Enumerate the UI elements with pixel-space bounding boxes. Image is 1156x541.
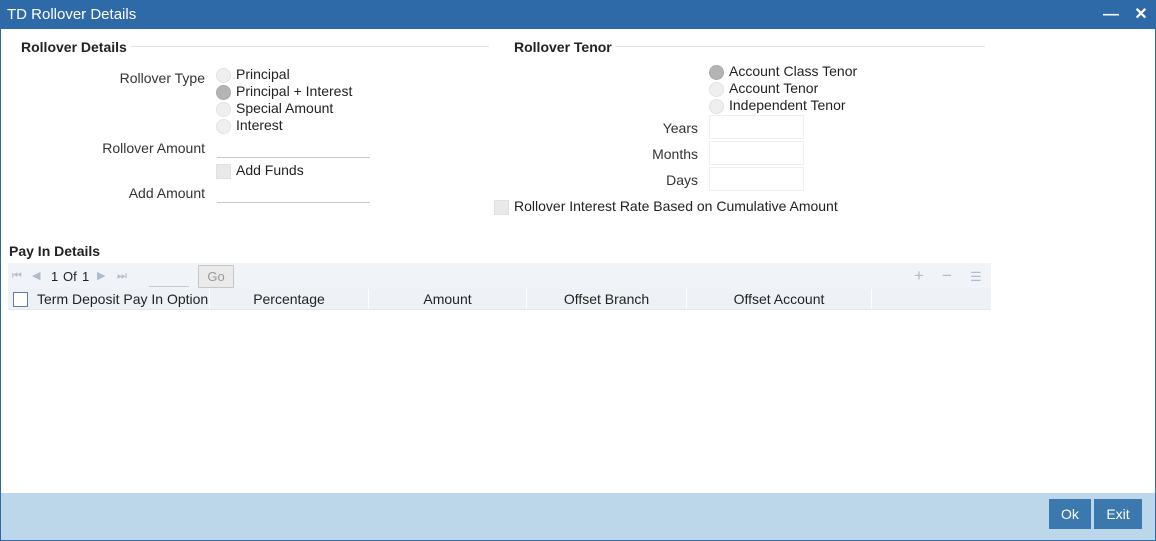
radio-account-class-tenor[interactable] — [709, 65, 724, 80]
radio-special-amount-label: Special Amount — [236, 100, 334, 116]
first-page-icon[interactable]: ⏮ — [12, 270, 22, 283]
radio-principal-interest[interactable] — [216, 85, 231, 100]
minimize-icon[interactable]: — — [1101, 5, 1121, 25]
radio-independent-tenor-label: Independent Tenor — [729, 97, 846, 113]
add-amount-label: Add Amount — [128, 185, 205, 201]
add-amount-input[interactable] — [217, 182, 370, 203]
divider — [615, 46, 985, 47]
column-header-amount[interactable]: Amount — [369, 289, 526, 309]
next-page-icon[interactable]: ▶ — [97, 270, 105, 283]
radio-special-amount[interactable] — [216, 102, 231, 117]
radio-principal-label: Principal — [236, 66, 290, 82]
add-funds-checkbox[interactable] — [216, 164, 231, 179]
radio-account-class-tenor-label: Account Class Tenor — [729, 63, 858, 79]
years-label: Years — [662, 120, 698, 136]
rollover-amount-input[interactable] — [217, 137, 370, 158]
pager-total: 1 — [82, 269, 90, 284]
delete-row-icon[interactable]: − — [942, 267, 952, 284]
close-icon[interactable]: ✕ — [1131, 5, 1151, 25]
footer-bar — [1, 493, 1155, 540]
grid-header: Term Deposit Pay In Option Percentage Am… — [8, 289, 991, 310]
days-label: Days — [666, 172, 698, 188]
months-label: Months — [652, 146, 698, 162]
last-page-icon[interactable]: ⏭ — [117, 270, 127, 283]
add-funds-label: Add Funds — [236, 162, 304, 178]
pay-in-details-title: Pay In Details — [9, 243, 101, 259]
column-header-pay-in-option[interactable]: Term Deposit Pay In Option — [33, 289, 212, 309]
radio-account-tenor-label: Account Tenor — [729, 80, 819, 96]
ok-button[interactable]: Ok — [1049, 499, 1091, 529]
select-all-checkbox[interactable] — [13, 292, 28, 307]
page-number-input[interactable] — [149, 265, 189, 287]
days-input[interactable] — [709, 167, 804, 191]
radio-interest[interactable] — [216, 119, 231, 134]
column-header-offset-branch[interactable]: Offset Branch — [527, 289, 686, 309]
radio-principal[interactable] — [216, 68, 231, 83]
exit-button[interactable]: Exit — [1094, 499, 1142, 529]
radio-account-tenor[interactable] — [709, 82, 724, 97]
go-button[interactable]: Go — [198, 265, 234, 288]
years-input[interactable] — [709, 115, 804, 139]
pager-of: Of — [63, 269, 77, 284]
add-row-icon[interactable]: + — [914, 267, 924, 284]
td-rollover-details-window: TD Rollover Details — ✕ Rollover Details… — [0, 0, 1156, 541]
cumulative-rate-checkbox[interactable] — [494, 200, 509, 215]
radio-independent-tenor[interactable] — [709, 99, 724, 114]
months-input[interactable] — [709, 141, 804, 165]
divider — [131, 46, 489, 47]
radio-principal-interest-label: Principal + Interest — [236, 83, 353, 99]
view-columns-icon[interactable]: ☰ — [970, 270, 982, 283]
cumulative-rate-label: Rollover Interest Rate Based on Cumulati… — [514, 198, 838, 214]
column-header-percentage[interactable]: Percentage — [210, 289, 368, 309]
radio-interest-label: Interest — [236, 117, 283, 133]
previous-page-icon[interactable]: ◀ — [32, 270, 40, 283]
window-title: TD Rollover Details — [7, 6, 137, 23]
rollover-tenor-title: Rollover Tenor — [514, 39, 612, 55]
title-bar: TD Rollover Details — ✕ — [1, 1, 1155, 29]
column-header-offset-account[interactable]: Offset Account — [687, 289, 871, 309]
pager-current: 1 — [51, 269, 59, 284]
column-separator — [871, 289, 872, 309]
rollover-details-title: Rollover Details — [21, 39, 127, 55]
rollover-type-label: Rollover Type — [119, 70, 205, 86]
rollover-amount-label: Rollover Amount — [102, 140, 205, 156]
